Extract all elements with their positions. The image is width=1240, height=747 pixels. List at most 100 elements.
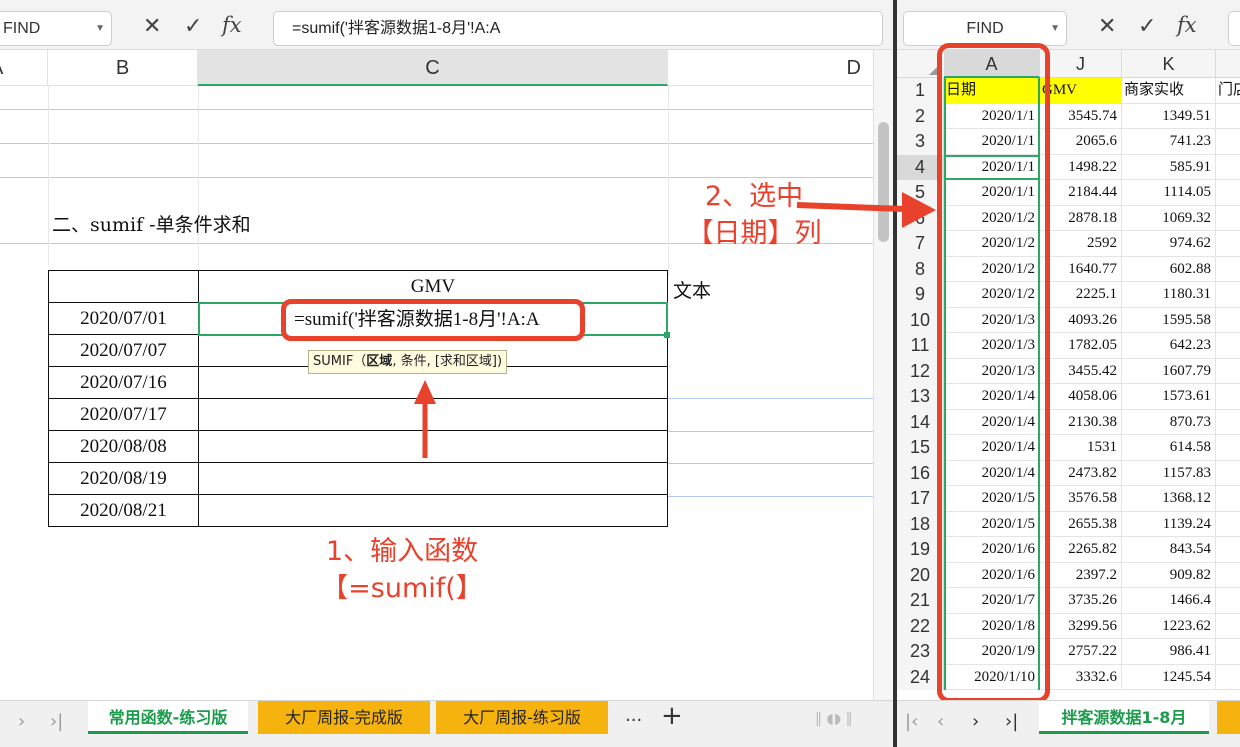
header-cell-date[interactable]: 日期 (944, 78, 1040, 104)
confirm-icon[interactable]: ✓ (184, 14, 202, 39)
date-cell[interactable]: 2020/1/4 (944, 460, 1040, 486)
date-cell[interactable]: 2020/1/4 (944, 409, 1040, 435)
last-sheet-icon[interactable]: ›| (1005, 711, 1018, 732)
row-number[interactable]: 2 (897, 103, 944, 129)
date-cell[interactable]: 2020/07/16 (48, 366, 199, 399)
chevron-down-icon[interactable]: ▼ (95, 12, 105, 45)
table-cell[interactable] (197, 462, 669, 495)
date-cell[interactable]: 2020/1/3 (944, 307, 1040, 333)
tab-customer-data[interactable]: 拌客源数据1-8月 (1039, 701, 1209, 734)
column-header-d[interactable]: D (668, 50, 873, 86)
name-box-right[interactable]: FIND ▼ (903, 11, 1067, 46)
table-cell[interactable] (197, 430, 669, 463)
column-header-a[interactable]: A (944, 50, 1040, 78)
cancel-icon[interactable]: ✕ (143, 14, 161, 39)
gmv-cell[interactable]: 2130.38 (1040, 409, 1122, 435)
date-cell[interactable]: 2020/1/5 (944, 511, 1040, 537)
formula-highlight-box[interactable]: =sumif('拌客源数据1-8月'!A:A (281, 299, 585, 341)
gmv-cell[interactable]: 2265.82 (1040, 537, 1122, 563)
row-number[interactable]: 8 (897, 256, 944, 282)
merchant-income-cell[interactable]: 614.58 (1122, 435, 1216, 461)
row-number[interactable]: 4 (897, 154, 944, 180)
merchant-income-cell[interactable]: 1223.62 (1122, 613, 1216, 639)
gmv-cell[interactable]: 2592 (1040, 231, 1122, 257)
gmv-cell[interactable]: 1498.22 (1040, 154, 1122, 180)
row-number[interactable]: 13 (897, 384, 944, 410)
merchant-income-cell[interactable]: 1180.31 (1122, 282, 1216, 308)
column-header-j[interactable]: J (1040, 50, 1122, 78)
merchant-income-cell[interactable]: 1114.05 (1122, 180, 1216, 206)
merchant-income-cell[interactable]: 602.88 (1122, 256, 1216, 282)
merchant-income-cell[interactable]: 986.41 (1122, 639, 1216, 665)
row-number[interactable]: 23 (897, 639, 944, 665)
date-cell[interactable]: 2020/1/9 (944, 639, 1040, 665)
date-cell[interactable]: 2020/1/1 (944, 180, 1040, 206)
row-number[interactable]: 19 (897, 537, 944, 563)
row-number[interactable]: 3 (897, 129, 944, 155)
row-number[interactable]: 6 (897, 205, 944, 231)
gmv-cell[interactable]: 2878.18 (1040, 205, 1122, 231)
date-cell[interactable]: 2020/1/6 (944, 537, 1040, 563)
column-header-b[interactable]: B (48, 50, 198, 86)
column-header-k[interactable]: K (1122, 50, 1216, 78)
date-cell[interactable]: 2020/1/3 (944, 358, 1040, 384)
select-all-corner[interactable] (897, 50, 944, 78)
confirm-icon[interactable]: ✓ (1138, 14, 1156, 39)
gmv-cell[interactable]: 2655.38 (1040, 511, 1122, 537)
date-cell[interactable]: 2020/07/17 (48, 398, 199, 431)
more-tabs-button[interactable]: ... (625, 705, 642, 726)
merchant-income-cell[interactable]: 870.73 (1122, 409, 1216, 435)
gmv-cell[interactable]: 2757.22 (1040, 639, 1122, 665)
column-header-a[interactable]: A (0, 50, 48, 86)
column-header-l[interactable] (1216, 50, 1240, 78)
date-cell[interactable]: 2020/1/10 (944, 664, 1040, 690)
prev-sheet-icon[interactable]: ‹ (937, 711, 944, 732)
table-cell[interactable] (197, 494, 669, 527)
next-sheet-icon[interactable]: › (972, 711, 979, 732)
gmv-cell[interactable]: 3332.6 (1040, 664, 1122, 690)
text-label-cell[interactable]: 文本 (673, 276, 711, 303)
row-number[interactable]: 22 (897, 613, 944, 639)
row-number[interactable]: 15 (897, 435, 944, 461)
gmv-cell[interactable]: 2225.1 (1040, 282, 1122, 308)
horizontal-scroll-icon[interactable]: ‖ ◖◗ ‖ (815, 711, 853, 727)
merchant-income-cell[interactable]: 1466.4 (1122, 588, 1216, 614)
add-sheet-button[interactable]: + (661, 701, 683, 731)
tab-weekly-report-done[interactable]: 大厂周报-完成版 (258, 701, 430, 734)
merchant-income-cell[interactable]: 1069.32 (1122, 205, 1216, 231)
date-cell[interactable]: 2020/1/2 (944, 231, 1040, 257)
date-cell[interactable]: 2020/1/2 (944, 256, 1040, 282)
merchant-income-cell[interactable]: 585.91 (1122, 154, 1216, 180)
fill-handle[interactable] (664, 332, 670, 338)
date-cell[interactable]: 2020/1/6 (944, 562, 1040, 588)
date-cell[interactable]: 2020/1/2 (944, 205, 1040, 231)
date-cell[interactable]: 2020/1/4 (944, 384, 1040, 410)
date-cell[interactable]: 2020/1/3 (944, 333, 1040, 359)
gmv-cell[interactable]: 3299.56 (1040, 613, 1122, 639)
row-number[interactable]: 14 (897, 409, 944, 435)
row-number[interactable]: 1 (897, 78, 944, 104)
date-cell[interactable]: 2020/1/1 (944, 103, 1040, 129)
merchant-income-cell[interactable]: 741.23 (1122, 129, 1216, 155)
vertical-scrollbar[interactable] (873, 50, 893, 700)
gmv-cell[interactable]: 3576.58 (1040, 486, 1122, 512)
date-cell[interactable]: 2020/08/19 (48, 462, 199, 495)
date-cell[interactable]: 2020/08/08 (48, 430, 199, 463)
row-number[interactable]: 5 (897, 180, 944, 206)
gmv-cell[interactable]: 3455.42 (1040, 358, 1122, 384)
row-number[interactable]: 12 (897, 358, 944, 384)
header-cell-gmv[interactable]: GMV (1040, 78, 1122, 104)
merchant-income-cell[interactable]: 1139.24 (1122, 511, 1216, 537)
merchant-income-cell[interactable]: 1573.61 (1122, 384, 1216, 410)
row-number[interactable]: 17 (897, 486, 944, 512)
row-number[interactable]: 16 (897, 460, 944, 486)
fx-icon[interactable]: fx (1177, 13, 1197, 37)
tab-weekly-report-practice[interactable]: 大厂周报-练习版 (436, 701, 608, 734)
date-cell[interactable]: 2020/1/2 (944, 282, 1040, 308)
name-box[interactable]: FIND ▼ (0, 11, 112, 46)
gmv-cell[interactable]: 3545.74 (1040, 103, 1122, 129)
gmv-cell[interactable]: 2473.82 (1040, 460, 1122, 486)
formula-input-right[interactable] (1228, 11, 1240, 46)
merchant-income-cell[interactable]: 1607.79 (1122, 358, 1216, 384)
merchant-income-cell[interactable]: 1595.58 (1122, 307, 1216, 333)
